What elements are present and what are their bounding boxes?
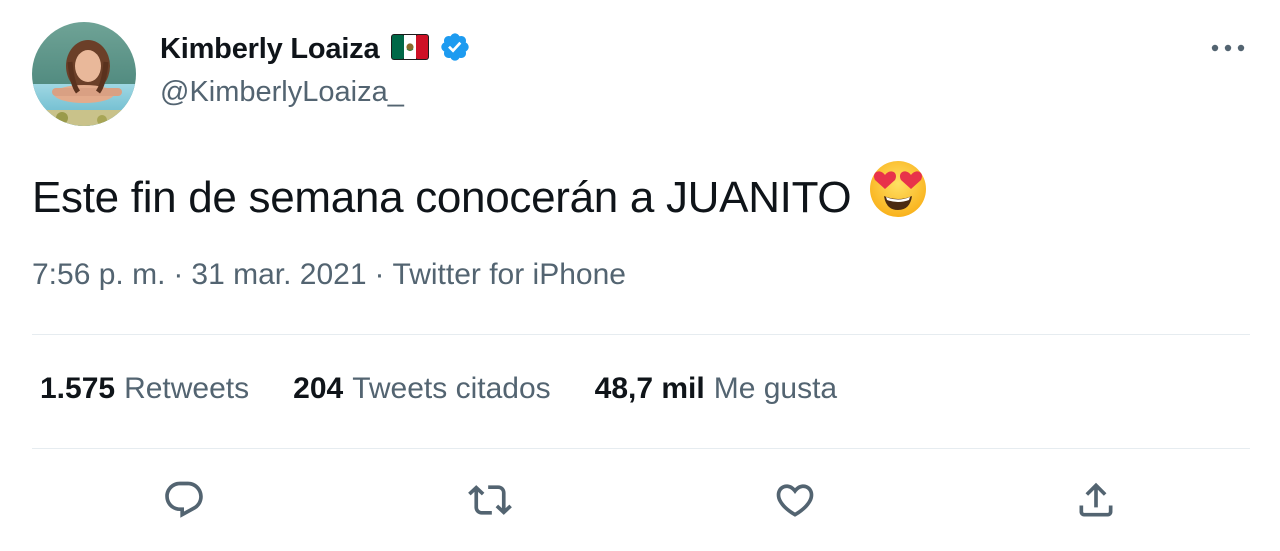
likes-count: 48,7 mil — [594, 372, 705, 405]
divider — [32, 334, 1250, 335]
retweet-button[interactable] — [460, 470, 520, 530]
mexico-flag-icon — [391, 33, 430, 65]
author-handle[interactable]: @KimberlyLoaiza_ — [160, 76, 404, 109]
likes-stat[interactable]: 48,7 mil Me gusta — [595, 372, 837, 406]
retweets-label: Retweets — [124, 372, 250, 405]
tweet-date[interactable]: 31 mar. 2021 — [191, 258, 366, 292]
quotes-label: Tweets citados — [352, 372, 551, 405]
verified-badge-icon — [439, 31, 471, 68]
quotes-stat[interactable]: 204 Tweets citados — [293, 372, 551, 406]
tweet-card: Kimberly Loaiza @KimberlyLoaiza_ Este fi… — [0, 0, 1280, 551]
reply-button[interactable] — [154, 470, 214, 530]
reply-icon — [165, 481, 203, 518]
share-icon — [1079, 482, 1113, 517]
meta-separator: · — [374, 258, 385, 291]
action-bar — [0, 470, 1280, 530]
display-name[interactable]: Kimberly Loaiza — [160, 33, 380, 66]
tweet-source[interactable]: Twitter for iPhone — [393, 258, 626, 292]
more-icon — [1211, 44, 1245, 52]
heart-icon — [776, 484, 814, 517]
tweet-time[interactable]: 7:56 p. m. — [32, 258, 165, 292]
author-name-row: Kimberly Loaiza — [160, 30, 471, 68]
heart-eyes-emoji-icon — [867, 160, 929, 236]
like-button[interactable] — [765, 470, 825, 530]
tweet-stats: 1.575 Retweets 204 Tweets citados 48,7 m… — [40, 372, 881, 406]
retweets-stat[interactable]: 1.575 Retweets — [40, 372, 249, 406]
likes-label: Me gusta — [713, 372, 838, 405]
retweet-icon — [468, 485, 512, 515]
more-options-button[interactable] — [1208, 36, 1248, 60]
quotes-count: 204 — [293, 372, 344, 405]
retweets-count: 1.575 — [40, 372, 116, 405]
tweet-text-content: Este fin de semana conocerán a JUANITO — [32, 173, 852, 222]
tweet-meta: 7:56 p. m. · 31 mar. 2021 · Twitter for … — [32, 258, 626, 292]
share-button[interactable] — [1066, 470, 1126, 530]
tweet-text: Este fin de semana conocerán a JUANITO — [32, 160, 929, 236]
divider — [32, 448, 1250, 449]
avatar-photo — [32, 22, 136, 126]
avatar[interactable] — [32, 22, 136, 126]
meta-separator: · — [173, 258, 184, 291]
